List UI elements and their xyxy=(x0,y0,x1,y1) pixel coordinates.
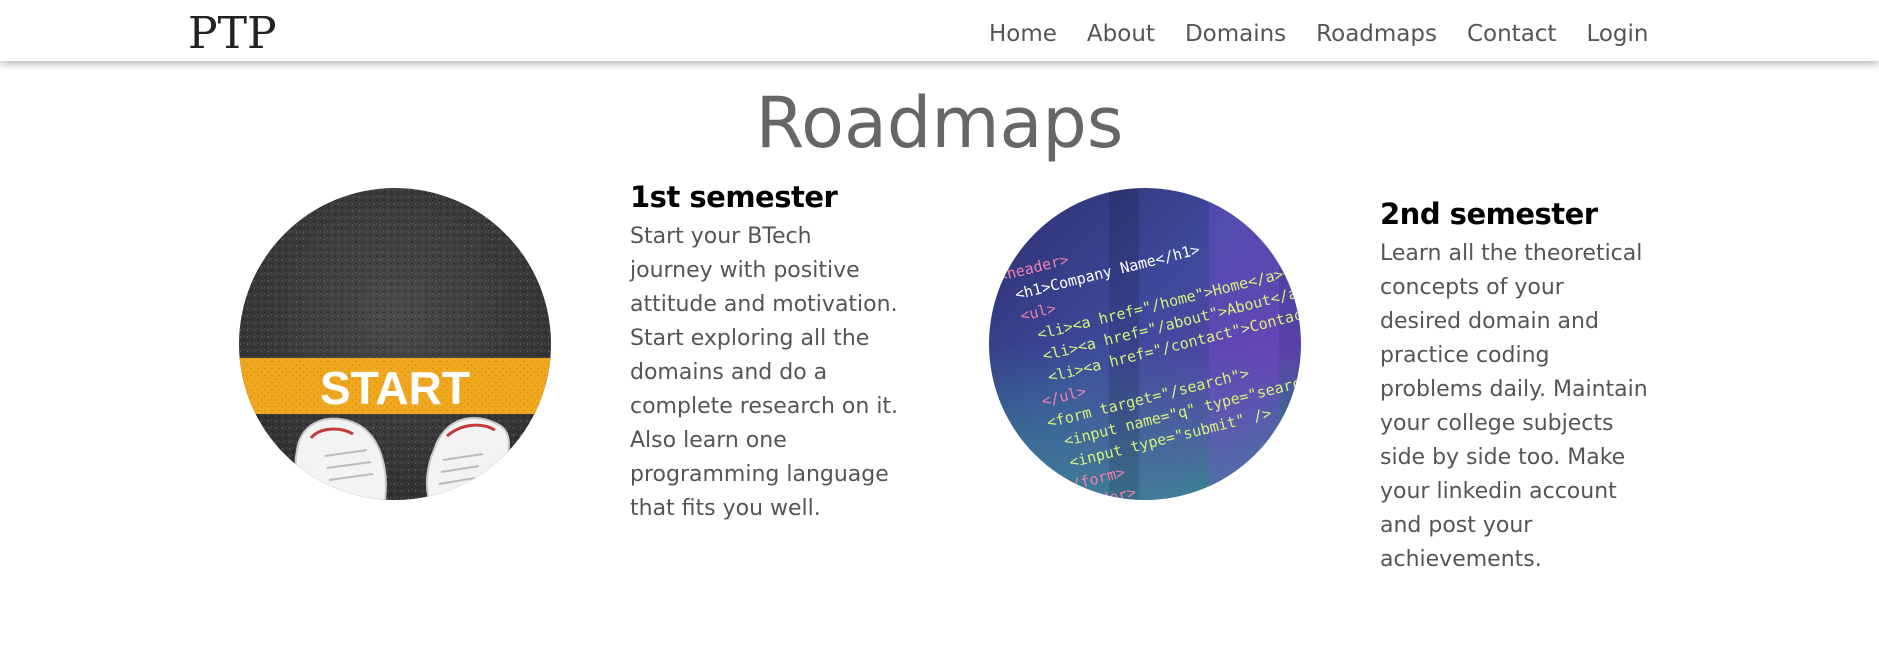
code-screen-image: <header> <h1>Company Name</h1> <ul> <li>… xyxy=(989,188,1301,500)
nav-links: Home About Domains Roadmaps Contact Logi… xyxy=(989,17,1649,51)
card-description: Start your BTech journey with positive a… xyxy=(630,224,899,521)
navbar: PTP Home About Domains Roadmaps Contact … xyxy=(0,0,1879,61)
nav-roadmaps-link[interactable]: Roadmaps xyxy=(1316,17,1437,51)
start-line-image: START xyxy=(239,188,551,500)
roadmap-card-1: 1st semester Start your BTech journey wi… xyxy=(630,178,900,526)
start-text: START xyxy=(320,362,470,414)
card-title: 2nd semester xyxy=(1380,197,1598,231)
card-description: Learn all the theoretical concepts of yo… xyxy=(1380,241,1648,572)
brand-logo[interactable]: PTP xyxy=(188,6,277,62)
nav-contact-link[interactable]: Contact xyxy=(1467,17,1556,51)
nav-about-link[interactable]: About xyxy=(1087,17,1155,51)
nav-login-link[interactable]: Login xyxy=(1586,17,1648,51)
nav-domains-link[interactable]: Domains xyxy=(1185,17,1286,51)
page-title: Roadmaps xyxy=(755,82,1124,164)
roadmap-card-2: 2nd semester Learn all the theoretical c… xyxy=(1380,195,1650,577)
card-title: 1st semester xyxy=(630,180,838,214)
nav-home-link[interactable]: Home xyxy=(989,17,1057,51)
